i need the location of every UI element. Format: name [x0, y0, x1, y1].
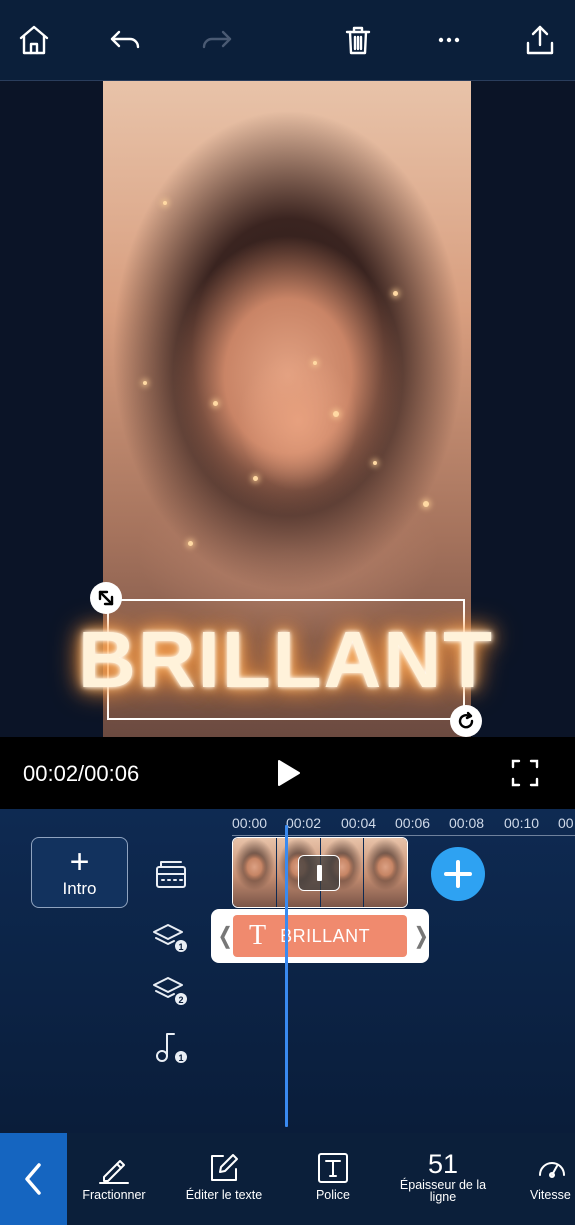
text-clip[interactable]: T BRILLANT: [233, 915, 407, 957]
video-preview[interactable]: BRILLANT: [0, 81, 575, 737]
sparkle: [213, 401, 218, 406]
share-button[interactable]: [520, 20, 560, 60]
edit-text-tool-button[interactable]: Éditer le texte: [180, 1133, 268, 1225]
font-tool-button[interactable]: Police: [300, 1133, 366, 1225]
ruler-tick: 00:04: [341, 815, 377, 831]
rotate-icon: [458, 711, 474, 729]
sparkle: [373, 461, 377, 465]
sparkle: [313, 361, 317, 365]
ruler-tick: 00:06: [395, 815, 431, 831]
tool-label: Fractionner: [82, 1188, 146, 1202]
text-track-selected[interactable]: ❬ T BRILLANT ❭: [211, 909, 430, 963]
edit-text-icon: [207, 1151, 241, 1185]
trim-right-handle[interactable]: ❭: [412, 923, 430, 949]
chevron-left-icon: [24, 1163, 41, 1195]
sparkle: [333, 411, 339, 417]
play-icon[interactable]: [272, 757, 304, 789]
share-icon: [526, 25, 554, 55]
sparkle: [143, 381, 147, 385]
overlay-text: BRILLANT: [78, 614, 494, 704]
text-selection-box[interactable]: BRILLANT: [78, 599, 494, 720]
clip-split-marker[interactable]: [298, 855, 340, 891]
ruler-line: [232, 835, 575, 836]
more-icon: [438, 37, 460, 43]
video-track-icon: [152, 855, 188, 891]
fullscreen-icon[interactable]: [511, 759, 539, 787]
ruler-tick: 00:08: [449, 815, 485, 831]
split-tool-button[interactable]: Fractionner: [76, 1133, 152, 1225]
clip-thumbnail: [233, 838, 277, 907]
sparkle: [188, 541, 193, 546]
split-marker-bar: [316, 865, 322, 881]
playback-bar: 00:02/00:06: [0, 737, 575, 809]
delete-button[interactable]: [338, 20, 378, 60]
tool-label: Vitesse: [530, 1188, 571, 1202]
redo-icon: [202, 30, 232, 49]
resize-icon: [98, 590, 114, 606]
audio-track-icon: 1: [152, 1029, 188, 1065]
rotate-handle[interactable]: [450, 705, 482, 737]
sparkle: [393, 291, 398, 296]
text-icon: T: [249, 920, 267, 951]
top-bar: [0, 0, 575, 81]
playhead[interactable]: [285, 825, 288, 1127]
plus-icon: [444, 860, 472, 888]
bottom-toolbar: Fractionner Éditer le texte Police 51 Ép…: [0, 1133, 575, 1225]
clip-thumbnail: [364, 838, 407, 907]
overlay-layer-1-icon: 1: [152, 919, 188, 955]
more-button[interactable]: [429, 20, 469, 60]
trash-icon: [345, 26, 371, 55]
back-button[interactable]: [0, 1133, 67, 1225]
speed-icon: [535, 1151, 569, 1185]
sparkle: [253, 476, 258, 481]
home-button[interactable]: [14, 20, 54, 60]
timeline[interactable]: 00:00 00:02 00:04 00:06 00:08 00:10 00 +…: [0, 809, 575, 1133]
svg-text:1: 1: [178, 1053, 183, 1063]
add-clip-button[interactable]: [431, 847, 485, 901]
home-icon: [19, 25, 49, 55]
add-intro-button[interactable]: + Intro: [31, 837, 128, 908]
svg-text:2: 2: [178, 995, 183, 1005]
sparkle: [163, 201, 167, 205]
font-icon: [316, 1151, 350, 1185]
ruler-tick: 00:00: [232, 815, 268, 831]
tool-label: Éditer le texte: [185, 1188, 263, 1202]
sparkle: [423, 501, 429, 507]
intro-label: Intro: [62, 878, 97, 898]
svg-text:1: 1: [178, 942, 183, 952]
ruler-tick: 00:02: [286, 815, 322, 831]
tool-label: Police: [315, 1188, 351, 1202]
trim-left-handle[interactable]: ❬: [216, 923, 234, 949]
overlay-layer-2-icon: 2: [152, 972, 188, 1008]
line-thickness-tool-button[interactable]: 51 Épaisseur de la ligne: [393, 1133, 493, 1225]
plus-icon: +: [69, 842, 90, 881]
undo-icon: [110, 30, 140, 49]
redo-button[interactable]: [197, 20, 237, 60]
tool-label: Épaisseur de la ligne: [399, 1178, 487, 1204]
text-clip-label: BRILLANT: [280, 925, 371, 946]
timecode: 00:02/00:06: [23, 761, 140, 786]
ruler-tick: 00: [558, 815, 574, 831]
undo-button[interactable]: [105, 20, 145, 60]
speed-tool-button[interactable]: Vitesse: [523, 1133, 575, 1225]
resize-handle[interactable]: [90, 582, 122, 614]
split-pen-icon: [96, 1151, 132, 1185]
ruler-tick: 00:10: [504, 815, 540, 831]
